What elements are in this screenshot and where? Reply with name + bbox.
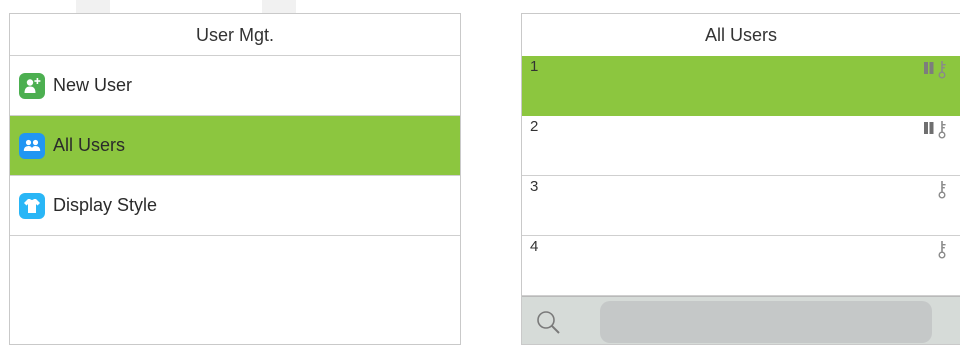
search-bar — [522, 296, 960, 344]
search-icon[interactable] — [534, 308, 562, 341]
menu-item-new-user[interactable]: New User — [10, 56, 460, 116]
user-id: 3 — [530, 178, 539, 195]
all-users-title: All Users — [704, 25, 777, 45]
menu-item-label: New User — [53, 75, 133, 95]
menu-item-display-style[interactable]: Display Style — [10, 176, 460, 236]
user-credential-icons — [938, 241, 948, 259]
user-id: 2 — [530, 118, 539, 135]
password-icon — [938, 181, 946, 199]
password-icon — [938, 241, 946, 259]
search-input[interactable] — [600, 301, 932, 343]
password-icon — [938, 121, 946, 139]
menu-item-all-users[interactable]: All Users — [10, 116, 460, 176]
user-id: 1 — [530, 58, 539, 75]
card-icon — [924, 122, 934, 134]
user-row[interactable]: 4 — [522, 236, 960, 296]
menu-item-label: Display Style — [53, 195, 158, 215]
display-style-icon — [19, 192, 45, 219]
card-icon — [924, 62, 934, 74]
user-mgt-screen: User Mgt. New User All Users Display Sty… — [9, 13, 461, 345]
user-id: 4 — [530, 238, 539, 255]
user-mgt-title: User Mgt. — [10, 14, 460, 56]
user-row[interactable]: 2 — [522, 116, 960, 176]
menu-item-label: All Users — [53, 135, 126, 155]
password-icon — [938, 61, 946, 79]
user-credential-icons — [924, 61, 948, 79]
all-users-screen: All Users 1 2 3 4 — [521, 13, 960, 345]
user-credential-icons — [924, 121, 948, 139]
user-row[interactable]: 3 — [522, 176, 960, 236]
user-credential-icons — [938, 181, 948, 199]
top-decoration-right — [262, 0, 296, 14]
top-decoration-left — [76, 0, 110, 14]
new-user-icon — [19, 72, 45, 99]
all-users-icon — [19, 132, 45, 159]
user-row[interactable]: 1 — [522, 56, 960, 116]
